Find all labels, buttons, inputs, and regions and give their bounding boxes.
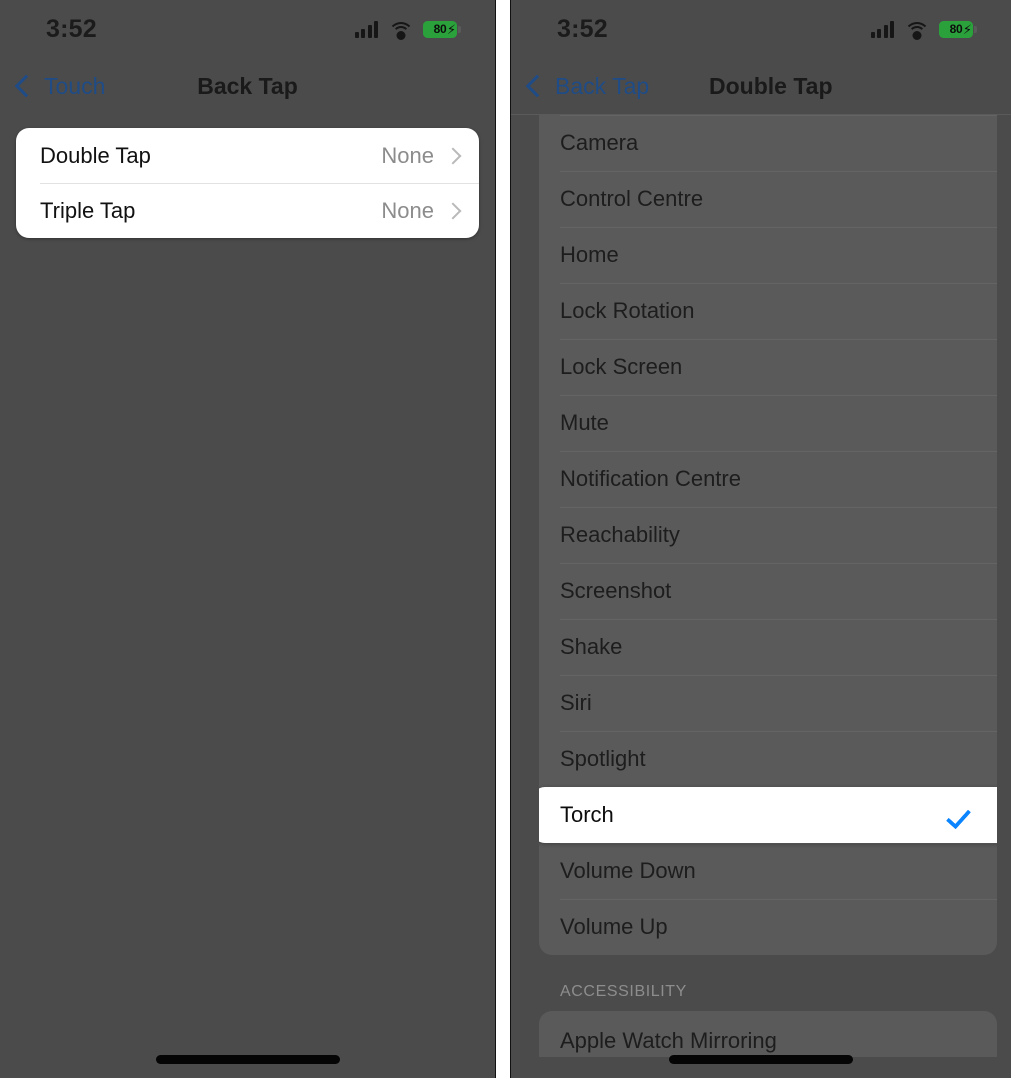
left-phone-screen: 3:52 80 ⚡ Touch Back Tap Double Tap None… [0,0,496,1078]
list-item-mute[interactable]: Mute [539,395,997,451]
row-value: None [381,142,434,168]
list-item-shake[interactable]: Shake [539,619,997,675]
battery-icon: 80 ⚡ [939,20,977,38]
list-item-label: Screenshot [560,578,672,603]
wifi-icon [903,21,930,40]
battery-icon: 80 ⚡ [423,20,461,38]
dual-screenshot-stage: 3:52 80 ⚡ Touch Back Tap Double Tap None… [0,0,1011,1078]
left-nav-bar: Touch Back Tap [0,58,495,114]
back-button[interactable]: Touch [14,72,106,99]
accessibility-list: Apple Watch Mirroring [539,1011,997,1057]
home-indicator[interactable] [155,1055,340,1064]
wifi-icon [387,21,414,40]
list-item-control-centre[interactable]: Control Centre [539,171,997,227]
list-item-reachability[interactable]: Reachability [539,507,997,563]
back-button[interactable]: Back Tap [525,72,650,99]
row-value: None [381,197,434,223]
row-accessory: None [381,197,462,224]
back-tap-settings-card: Double Tap None Triple Tap None [16,128,479,238]
list-item-lock-rotation[interactable]: Lock Rotation [539,283,997,339]
home-indicator[interactable] [669,1055,853,1064]
row-accessory: None [381,142,462,169]
list-item-torch[interactable]: Torch [539,787,997,843]
chevron-right-icon [444,147,462,164]
row-label: Double Tap [40,142,151,168]
right-content: Camera Control Centre Home Lock Rotation… [511,115,1011,1057]
list-item-label: Camera [560,130,639,155]
chevron-left-icon [14,74,38,98]
list-item-siri[interactable]: Siri [539,675,997,731]
list-item-label: Volume Up [560,914,668,939]
list-item-notification-centre[interactable]: Notification Centre [539,451,997,507]
status-time: 3:52 [557,14,608,43]
status-indicators: 80 ⚡ [870,20,977,40]
charging-bolt-icon: ⚡ [446,21,456,37]
back-button-label: Touch [44,72,106,99]
right-phone-screen: 3:52 80 ⚡ Back Tap Double Tap Camera Con… [510,0,1011,1078]
list-item-label: Notification Centre [560,466,741,491]
left-content: Double Tap None Triple Tap None [0,114,495,238]
status-indicators: 80 ⚡ [354,20,461,40]
right-status-bar: 3:52 80 ⚡ [511,0,1011,58]
right-nav-bar: Back Tap Double Tap [511,58,1011,114]
back-button-label: Back Tap [555,72,650,99]
cellular-signal-icon [354,20,378,38]
double-tap-action-list: Camera Control Centre Home Lock Rotation… [539,115,997,955]
panel-divider [496,0,510,1078]
status-time: 3:52 [46,14,97,43]
chevron-right-icon [444,202,462,219]
checkmark-icon [951,809,975,822]
list-item-label: Lock Screen [560,354,683,379]
list-item-lock-screen[interactable]: Lock Screen [539,339,997,395]
list-item-label: Home [560,242,619,267]
list-item-apple-watch-mirroring[interactable]: Apple Watch Mirroring [560,1028,777,1054]
charging-bolt-icon: ⚡ [962,21,972,37]
list-item-label: Control Centre [560,186,704,211]
list-item-camera[interactable]: Camera [539,115,997,171]
list-item-volume-down[interactable]: Volume Down [539,843,997,899]
row-label: Triple Tap [40,197,136,223]
page-title: Double Tap [709,72,833,99]
row-double-tap[interactable]: Double Tap None [16,128,479,183]
list-item-label: Shake [560,634,623,659]
list-item-label: Torch [560,802,614,827]
list-item-spotlight[interactable]: Spotlight [539,731,997,787]
cellular-signal-icon [870,20,894,38]
list-item-label: Reachability [560,522,680,547]
battery-percent: 80 [433,22,447,36]
list-item-label: Spotlight [560,746,646,771]
list-item-volume-up[interactable]: Volume Up [539,899,997,955]
left-status-bar: 3:52 80 ⚡ [0,0,495,58]
chevron-left-icon [525,74,549,98]
row-triple-tap[interactable]: Triple Tap None [16,183,479,238]
list-item-screenshot[interactable]: Screenshot [539,563,997,619]
list-item-label: Volume Down [560,858,696,883]
list-item-home[interactable]: Home [539,227,997,283]
list-item-label: Siri [560,690,592,715]
section-header-accessibility: ACCESSIBILITY [560,983,687,1000]
list-item-label: Mute [560,410,609,435]
battery-percent: 80 [949,22,963,36]
list-item-label: Lock Rotation [560,298,695,323]
